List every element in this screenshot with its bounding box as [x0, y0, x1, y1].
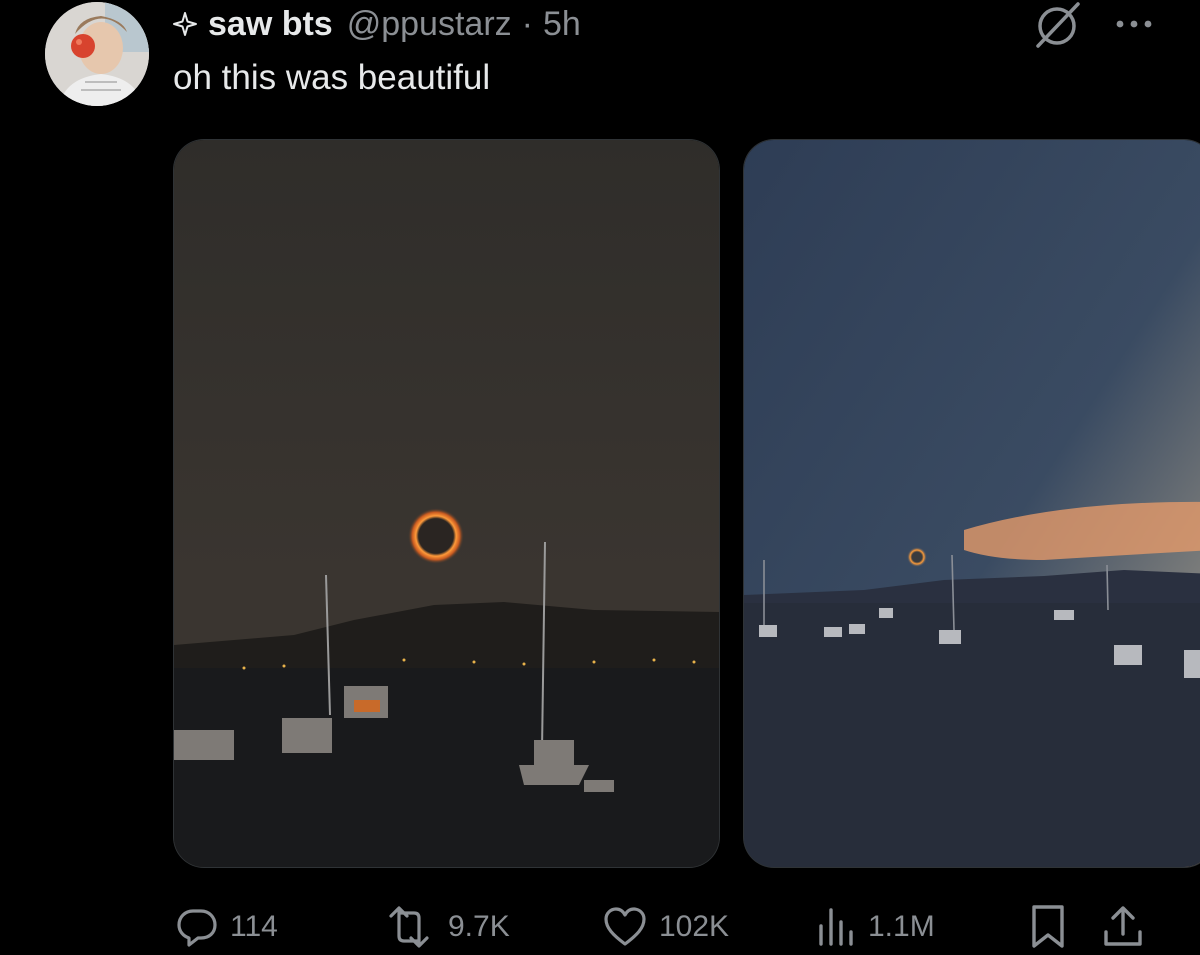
views-icon [819, 908, 853, 946]
separator: · [521, 4, 533, 43]
user-handle[interactable]: @ppustarz [347, 5, 512, 44]
sparkle-icon [173, 12, 197, 36]
views-button[interactable]: 1.1M [816, 900, 935, 954]
repost-count: 9.7K [448, 910, 510, 943]
media-image-1[interactable] [174, 140, 719, 867]
timestamp[interactable]: 5h [543, 5, 581, 44]
more-icon[interactable] [1110, 8, 1158, 40]
display-name[interactable]: saw bts [208, 5, 333, 44]
reply-count: 114 [230, 910, 278, 943]
repost-icon [389, 906, 429, 948]
views-count: 1.1M [868, 910, 935, 943]
avatar[interactable] [45, 2, 149, 106]
repost-button[interactable]: 9.7K [382, 900, 510, 954]
media-image-2[interactable] [744, 140, 1200, 867]
heart-icon [604, 907, 646, 946]
bookmark-button[interactable] [1030, 900, 1066, 954]
reply-button[interactable]: 114 [176, 900, 278, 954]
bookmark-icon [1032, 905, 1064, 948]
share-button[interactable] [1102, 900, 1144, 954]
like-button[interactable]: 102K [603, 900, 729, 954]
action-bar: 114 9.7K 102K 1.1M [0, 900, 1200, 954]
reply-icon [177, 909, 217, 947]
like-count: 102K [659, 910, 730, 943]
post-header: saw bts @ppustarz · 5h [172, 2, 581, 46]
post-text: oh this was beautiful [173, 58, 491, 97]
share-icon [1104, 906, 1142, 946]
grok-icon[interactable] [1030, 0, 1084, 50]
